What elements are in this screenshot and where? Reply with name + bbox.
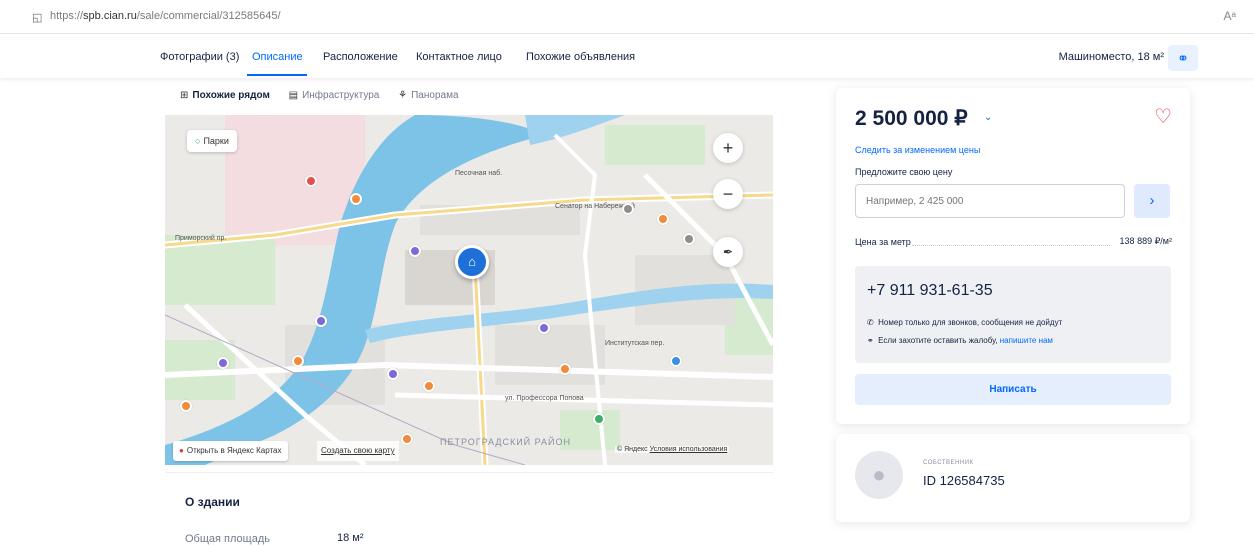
owner-card: ● СОБСТВЕННИК ID 126584735 [836, 434, 1190, 522]
bus-icon: ▤ [288, 90, 299, 101]
tab-location[interactable]: Расположение [323, 51, 398, 63]
map-poi-marker[interactable] [315, 315, 327, 327]
offer-price-input[interactable] [855, 184, 1125, 218]
dotted-leader [912, 245, 1110, 246]
share-button[interactable]: ⚭ [1168, 45, 1198, 71]
map-toolbar: ⊞ Похожие рядом ▤ Инфраструктура ⚘ Панорама [180, 90, 475, 106]
owner-id: ID 126584735 [923, 473, 1005, 488]
parks-toggle[interactable]: ○ Парки [187, 130, 237, 152]
price-card: 2 500 000 ₽ ⌄ ♡ Следить за изменением це… [836, 88, 1190, 424]
tab-photos[interactable]: Фотографии (3) [160, 51, 239, 63]
calls-only-note: ✆ Номер только для звонков, сообщения не… [867, 318, 1063, 327]
map-poi-marker[interactable] [409, 245, 421, 257]
infrastructure-button[interactable]: ▤ Инфраструктура [289, 90, 380, 101]
active-tab-indicator [247, 74, 307, 76]
phone-box: +7 911 931-61-35 ✆ Номер только для звон… [855, 266, 1171, 363]
page-info-icon[interactable]: ◱ [32, 11, 42, 24]
map-poi-marker[interactable] [350, 193, 362, 205]
price: 2 500 000 ₽ [855, 107, 968, 130]
zoom-in-button[interactable]: + [713, 133, 743, 163]
terms-link[interactable]: Условия использования [650, 446, 728, 453]
owner-role: СОБСТВЕННИК [923, 460, 974, 466]
offer-submit-button[interactable]: › [1134, 184, 1170, 218]
map-poi-marker[interactable] [559, 363, 571, 375]
ruler-button[interactable]: ✒ [713, 237, 743, 267]
map-poi-marker[interactable] [292, 355, 304, 367]
reader-icon[interactable]: Aᵃ [1224, 9, 1236, 23]
write-us-link[interactable]: напишите нам [1000, 336, 1053, 345]
favorite-heart-icon[interactable]: ♡ [1154, 104, 1172, 129]
chevron-right-icon: › [1149, 192, 1155, 209]
section-nav: Фотографии (3) Описание Расположение Кон… [0, 36, 1254, 78]
map-canvas[interactable] [165, 115, 773, 465]
avatar: ● [855, 451, 903, 499]
offer-price-label: Предложите свою цену [855, 167, 953, 177]
map-poi-marker[interactable] [670, 355, 682, 367]
complaint-note: ⚭ Если захотите оставить жалобу, напишит… [867, 336, 1053, 345]
map-poi-marker[interactable] [401, 433, 413, 445]
ruler-icon: ✒ [722, 245, 734, 259]
listing-summary: Машиноместо, 18 м² [1058, 51, 1164, 63]
plus-icon: + [722, 138, 734, 158]
browser-address-bar[interactable]: ◱ https://spb.cian.ru/sale/commercial/31… [0, 0, 1254, 34]
url-text[interactable]: https://spb.cian.ru/sale/commercial/3125… [50, 10, 281, 22]
map-poi-marker[interactable] [657, 213, 669, 225]
phone-number[interactable]: +7 911 931-61-35 [867, 282, 993, 300]
panorama-button[interactable]: ⚘ Панорама [398, 90, 458, 101]
map-district-label: ПЕТРОГРАДСКИЙ РАЙОН [440, 437, 571, 447]
location-pin[interactable]: ⌂ [455, 245, 489, 279]
open-in-yandex-button[interactable]: ● Открыть в Яндекс Картах [173, 441, 288, 461]
person-icon: ⚘ [398, 90, 408, 101]
total-area-value: 18 м² [337, 532, 364, 544]
about-building-section: О здании Общая площадь 18 м² [165, 472, 773, 546]
similar-nearby-button[interactable]: ⊞ Похожие рядом [180, 90, 270, 101]
price-per-meter-label: Цена за метр [855, 237, 911, 247]
map-poi-marker[interactable] [305, 175, 317, 187]
map-poi-marker[interactable] [538, 322, 550, 334]
write-button[interactable]: Написать [855, 374, 1171, 405]
grid-icon: ⊞ [180, 90, 189, 101]
minus-icon: − [722, 184, 734, 204]
zoom-out-button[interactable]: − [713, 179, 743, 209]
tab-similar[interactable]: Похожие объявления [526, 51, 635, 63]
share-icon: ⚭ [1177, 50, 1189, 66]
user-icon: ● [872, 462, 886, 487]
map-poi-marker[interactable] [683, 233, 695, 245]
map-street-label: Институтская пер. [605, 340, 665, 347]
home-icon: ⌂ [468, 254, 476, 269]
price-per-meter-value: 138 889 ₽/м² [1119, 236, 1172, 246]
tree-icon: ○ [195, 136, 201, 146]
tab-description[interactable]: Описание [252, 51, 303, 63]
support-icon: ⚭ [867, 336, 874, 345]
map-poi-marker[interactable] [180, 400, 192, 412]
map-poi-marker[interactable] [423, 380, 435, 392]
map-street-label: Приморский пр. [175, 235, 227, 242]
map-poi-marker[interactable] [593, 413, 605, 425]
map-street-label: ул. Профессора Попова [505, 395, 584, 402]
map-poi-marker[interactable] [217, 357, 229, 369]
map-poi-marker[interactable] [622, 203, 634, 215]
section-title: О здании [185, 495, 240, 509]
map-attribution: © Яндекс Условия использования [615, 446, 730, 453]
map-poi-marker[interactable] [387, 368, 399, 380]
phone-icon: ✆ [867, 318, 874, 327]
price-history-chevron-icon[interactable]: ⌄ [984, 112, 992, 123]
watch-price-link[interactable]: Следить за изменением цены [855, 145, 980, 155]
tab-contact[interactable]: Контактное лицо [416, 51, 502, 63]
total-area-label: Общая площадь [185, 533, 270, 545]
map-pin-icon: ● [179, 446, 184, 455]
map[interactable]: ○ Парки + − ✒ ⌂ Песочная наб. Сенатор на … [165, 115, 773, 465]
map-street-label: Песочная наб. [455, 170, 503, 177]
create-map-link[interactable]: Создать свою карту [317, 441, 399, 461]
